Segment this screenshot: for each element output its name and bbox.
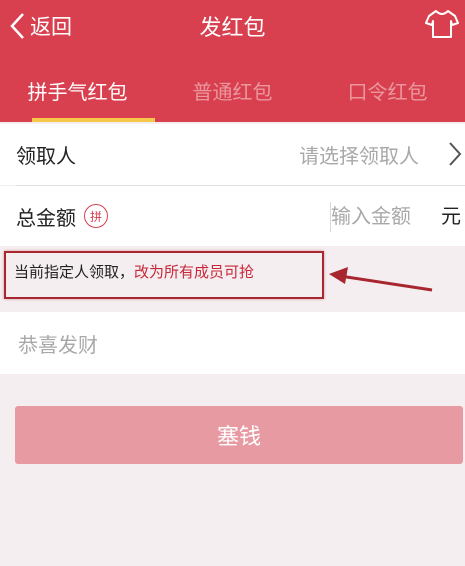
skin-button[interactable] — [425, 8, 459, 44]
hint-text: 当前指定人领取，改为所有成员可抢 — [14, 261, 254, 282]
recipient-row[interactable]: 领取人 请选择领取人 — [0, 124, 465, 185]
hint-prefix: 当前指定人领取， — [14, 263, 135, 281]
tab-password[interactable]: 口令红包 — [310, 64, 465, 122]
amount-input[interactable]: 输入金额 — [331, 200, 411, 229]
submit-button[interactable]: 塞钱 — [15, 406, 463, 464]
greeting-input[interactable]: 恭喜发财 — [18, 329, 98, 358]
recipient-label: 领取人 — [16, 144, 76, 168]
tab-normal[interactable]: 普通红包 — [155, 64, 310, 122]
tab-lucky[interactable]: 拼手气红包 — [0, 64, 155, 122]
recipient-placeholder: 请选择领取人 — [299, 144, 419, 168]
amount-label: 总金额 — [16, 205, 76, 230]
annotation-arrow-icon — [329, 267, 433, 292]
chevron-right-icon — [449, 142, 462, 166]
pin-badge-icon: 拼 — [84, 204, 108, 228]
change-to-all-link[interactable]: 改为所有成员可抢 — [134, 263, 254, 281]
tshirt-icon — [425, 10, 459, 38]
tab-bar: 拼手气红包 普通红包 口令红包 — [0, 64, 465, 122]
page-title: 发红包 — [199, 16, 266, 41]
greeting-row: 恭喜发财 — [0, 312, 465, 374]
header-bar: 返回 发红包 拼手气红包 普通红包 口令红包 — [0, 0, 465, 122]
amount-row: 总金额 拼 输入金额 元 — [0, 186, 465, 246]
amount-unit: 元 — [441, 204, 461, 228]
